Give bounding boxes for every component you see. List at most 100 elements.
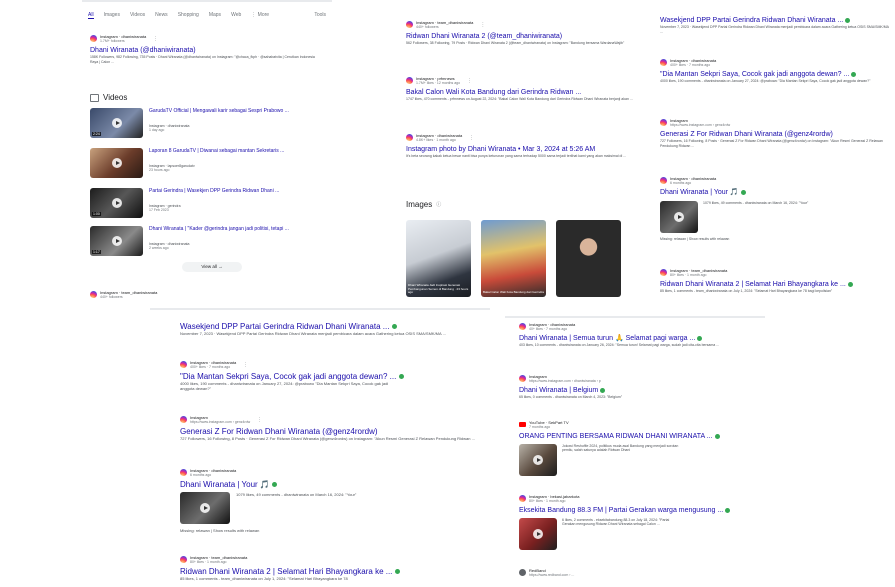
result-item: RedBand https://www.redband.com › ... <box>519 568 574 577</box>
result-source-sub: 6 months ago <box>670 181 692 185</box>
video-item[interactable]: Laporan 8 GarudaTV | Diwanai sebagai man… <box>90 148 309 178</box>
result-snippet: 85 likes, 1 comments - team_dhaniwiranat… <box>660 289 833 293</box>
info-icon[interactable]: ⓘ <box>436 201 441 208</box>
result-title-link[interactable]: Dhani Wiranata | Semua turun 🙏 Selamat p… <box>519 334 729 343</box>
instagram-icon <box>180 416 187 423</box>
verified-icon <box>740 189 746 195</box>
verified-icon <box>845 17 851 23</box>
result-top: Instagram · dhaniwiranata 1.7M+ follower… <box>90 34 320 65</box>
video-thumbnail[interactable] <box>660 201 698 233</box>
result-title-link[interactable]: Dhani Wiranata | Belgium <box>519 386 729 395</box>
result-title-text[interactable]: Dhani Wiranata | Your 🎵 <box>660 189 739 196</box>
video-thumbnail[interactable] <box>180 492 230 524</box>
result-title-text[interactable]: Ridwan Dhani Wiranata 2 | Selamat Hari B… <box>180 567 392 576</box>
result-title-text[interactable]: "Dia Mantan Sekpri Saya, Cocok gak jadi … <box>180 372 396 381</box>
tab-news[interactable]: News <box>155 12 168 19</box>
image-result[interactable]: Bakal Calon Wali Kota Bandung dari Gerin… <box>481 220 546 297</box>
result-item: Instagram · team_dhaniwiranata 80+ likes… <box>660 268 890 294</box>
result-source-sub: 80+ likes · 1 month ago <box>670 273 707 277</box>
video-title-link[interactable]: GarudaTV Official | Mengawali karir seba… <box>149 108 309 114</box>
video-thumbnail[interactable]: 1:00 <box>90 188 143 218</box>
result-title-text[interactable]: ORANG PENTING BERSAMA RIDWAN DHANI WIRAN… <box>519 433 713 440</box>
result-snippet: 727 Followers, 16 Following, 8 Posts · G… <box>660 139 883 148</box>
panel-top-border <box>150 308 490 310</box>
result-snippet: 85 likes, 1 comments - team_dhaniwiranat… <box>180 576 348 581</box>
result-title-link[interactable]: Ridwan Dhani Wiranata 2 | Selamat Hari B… <box>660 280 890 289</box>
video-thumbnail[interactable] <box>519 518 557 550</box>
video-title-link[interactable]: Dhani Wiranata | "Kader @gerindra jangan… <box>149 226 309 232</box>
result-title-link[interactable]: Eksekita Bandung 88.3 FM | Partai Geraka… <box>519 506 731 515</box>
result-title-link[interactable]: Ridwan Dhani Wiranata 2 (@team_dhaniwira… <box>406 32 636 41</box>
result-item: Instagram · bekasi.jabarkota 80+ likes ·… <box>519 494 731 550</box>
tab-web[interactable]: Web <box>231 12 241 19</box>
image-result[interactable]: Dhani Wiranata Jadi Inspirasi Generasi P… <box>406 220 471 297</box>
result-title-text[interactable]: "Dia Mantan Sekpri Saya, Cocok gak jadi … <box>660 71 849 78</box>
result-title-link[interactable]: ORANG PENTING BERSAMA RIDWAN DHANI WIRAN… <box>519 432 720 441</box>
verified-icon <box>725 507 731 513</box>
tab-all[interactable]: All <box>88 12 94 19</box>
result-title-link[interactable]: Instagram photo by Dhani Wiranata • Mar … <box>406 145 636 154</box>
instagram-icon <box>660 59 667 66</box>
more-options-icon[interactable]: ⋮ <box>153 36 158 42</box>
video-thumbnail[interactable]: 1:17 <box>90 226 143 256</box>
result-source-sub: 4.8K+ likes · 1 month ago <box>416 138 456 142</box>
play-icon <box>111 118 122 128</box>
result-title-text[interactable]: Dhani Wiranata | Your 🎵 <box>180 480 270 489</box>
more-options-icon[interactable]: ⋮ <box>469 135 474 141</box>
result-title-link[interactable]: Dhani Wiranata | Your 🎵 <box>180 480 356 489</box>
video-title-link[interactable]: Partai Gerindra | Wasekjen DPP Gerindra … <box>149 188 309 194</box>
video-item[interactable]: 1:00 Partai Gerindra | Wasekjen DPP Geri… <box>90 188 309 218</box>
video-thumbnail[interactable] <box>519 444 557 476</box>
result-title-link[interactable]: Bakal Calon Wali Kota Bandung dari Gerin… <box>406 88 636 97</box>
missing-terms-note[interactable]: Missing: relawan | Show results with rel… <box>180 528 356 533</box>
result-title-text[interactable]: Dhani Wiranata | Semua turun 🙏 Selamat p… <box>519 335 695 342</box>
search-results-panel-4: Wasekjend DPP Partai Gerindra Ridwan Dha… <box>150 310 490 587</box>
image-result[interactable] <box>556 220 621 297</box>
result-title-link[interactable]: Dhani Wiranata (@dhaniwiranata) <box>90 46 320 55</box>
result-title-text[interactable]: Wasekjend DPP Partai Gerindra Ridwan Dha… <box>180 322 389 331</box>
more-options-icon[interactable]: ⋮ <box>257 417 262 423</box>
result-title-link[interactable]: Wasekjend DPP Partai Gerindra Ridwan Dha… <box>660 16 890 25</box>
tab-more[interactable]: ⋮ More <box>251 12 269 19</box>
result-snippet: 158K Followers, 982 Following, 735 Posts… <box>90 55 315 64</box>
video-thumbnail[interactable]: 2:24 <box>90 108 143 138</box>
result-title-link[interactable]: Ridwan Dhani Wiranata 2 | Selamat Hari B… <box>180 567 480 576</box>
result-title-link[interactable]: Dhani Wiranata | Your 🎵 <box>660 188 808 197</box>
result-title-link[interactable]: Generasi Z For Ridwan Dhani Wiranata (@g… <box>180 427 480 436</box>
more-options-icon[interactable]: ⋮ <box>467 78 472 84</box>
more-options-icon[interactable]: ⋮ <box>480 22 485 28</box>
result-item: Instagram https://www.instagram.com › ge… <box>180 415 480 441</box>
video-item[interactable]: 1:17 Dhani Wiranata | "Kader @gerindra j… <box>90 226 309 256</box>
video-title-link[interactable]: Laporan 8 GarudaTV | Diwanai sebagai man… <box>149 148 309 154</box>
more-options-icon[interactable]: ⋮ <box>243 362 248 368</box>
search-results-panel-2: Instagram · team_dhaniwiranata 440+ foll… <box>398 8 638 308</box>
result-title-text[interactable]: Dhani Wiranata | Belgium <box>519 387 598 394</box>
missing-terms-note[interactable]: Missing: relawan | Show results with rel… <box>660 237 808 241</box>
result-title-link[interactable]: "Dia Mantan Sekpri Saya, Cocok gak jadi … <box>180 372 404 381</box>
video-item[interactable]: 2:24 GarudaTV Official | Mengawali karir… <box>90 108 309 138</box>
tab-shopping[interactable]: Shopping <box>178 12 199 19</box>
search-tabs: All Images Videos News Shopping Maps Web… <box>82 0 332 19</box>
result-title-link[interactable]: "Dia Mantan Sekpri Saya, Cocok gak jadi … <box>660 70 890 79</box>
result-title-text[interactable]: Eksekita Bandung 88.3 FM | Partai Geraka… <box>519 507 723 514</box>
result-snippet: 1079 likes, 49 comments - dhaniwiranata … <box>703 201 809 205</box>
result-source-sub: 7 months ago <box>529 425 551 429</box>
result-item: Instagram · dhaniwiranata 400+ likes · 7… <box>660 58 890 84</box>
tab-maps[interactable]: Maps <box>209 12 221 19</box>
result-title-link[interactable]: Generasi Z For Ridwan Dhani Wiranata (@g… <box>660 130 890 139</box>
result-item: Wasekjend DPP Partai Gerindra Ridwan Dha… <box>660 16 890 35</box>
result-title-link[interactable]: Wasekjend DPP Partai Gerindra Ridwan Dha… <box>180 322 480 331</box>
result-title-text[interactable]: Ridwan Dhani Wiranata 2 | Selamat Hari B… <box>660 281 846 288</box>
result-snippet: 727 Followers, 16 Following, 8 Posts · G… <box>180 436 475 441</box>
result-source-sub: 440+ followers <box>100 295 123 299</box>
result-source-sub: 400+ likes · 7 months ago <box>670 63 711 67</box>
play-icon <box>533 529 543 539</box>
tab-videos[interactable]: Videos <box>130 12 145 19</box>
view-all-videos-button[interactable]: View all → <box>182 262 242 272</box>
verified-icon <box>272 482 278 488</box>
video-thumbnail[interactable] <box>90 148 143 178</box>
site-icon <box>519 569 526 576</box>
tab-images[interactable]: Images <box>104 12 120 19</box>
tools-button[interactable]: Tools <box>314 12 326 19</box>
result-title-text[interactable]: Wasekjend DPP Partai Gerindra Ridwan Dha… <box>660 17 843 24</box>
